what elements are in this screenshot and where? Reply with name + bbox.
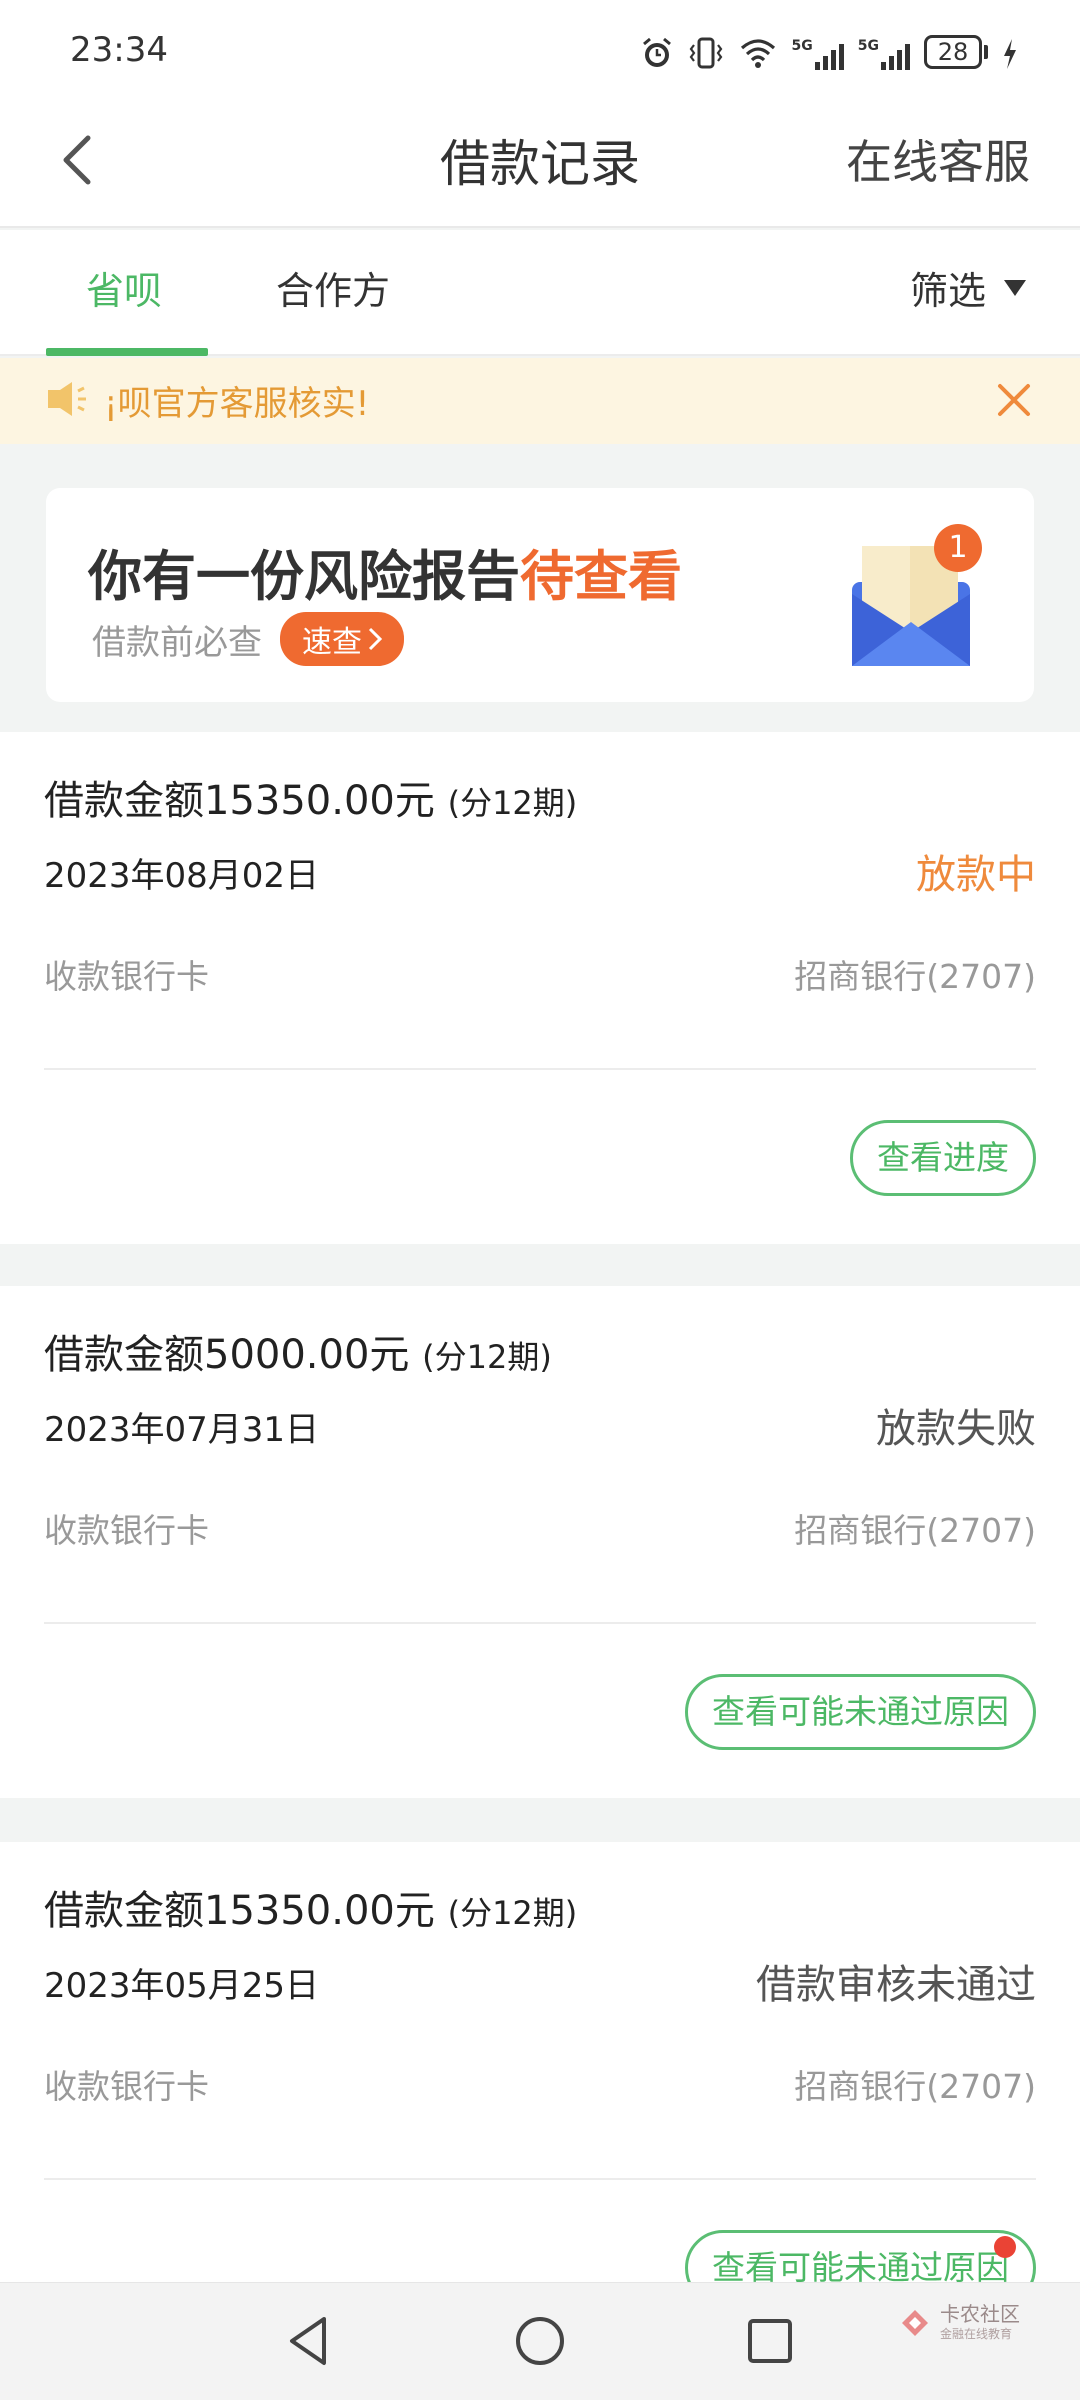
watermark-title: 卡农社区 bbox=[940, 2302, 1020, 2326]
nav-back-button[interactable] bbox=[278, 2309, 342, 2373]
receiving-card-label: 收款银行卡 bbox=[44, 1511, 209, 1550]
divider bbox=[44, 2178, 1036, 2180]
loan-amount-value: 借款金额15350.00元 bbox=[44, 1888, 435, 1934]
vibrate-icon bbox=[688, 34, 724, 70]
divider bbox=[44, 1068, 1036, 1070]
receiving-card-label: 收款银行卡 bbox=[44, 2067, 209, 2106]
loan-record-card[interactable]: 借款金额5000.00元 (分12期) 2023年07月31日 放款失败 收款银… bbox=[0, 1286, 1080, 1798]
loan-record-card[interactable]: 借款金额15350.00元 (分12期) 2023年05月25日 借款审核未通过… bbox=[0, 1842, 1080, 2306]
quick-check-label: 速查 bbox=[302, 625, 362, 660]
loan-date: 2023年07月31日 bbox=[44, 1410, 320, 1450]
banner-sub-text: 借款前必查 bbox=[92, 622, 262, 663]
divider bbox=[44, 1622, 1036, 1624]
bank-account: 招商银行(2707) bbox=[794, 1511, 1036, 1550]
triangle-back-icon bbox=[290, 2317, 326, 2365]
loan-amount: 借款金额15350.00元 (分12期) bbox=[44, 768, 577, 826]
kanong-logo-icon bbox=[902, 2309, 928, 2336]
notification-badge: 1 bbox=[948, 530, 968, 565]
close-notice-button[interactable] bbox=[992, 378, 1036, 422]
view-rejection-reason-button[interactable]: 查看可能未通过原因 bbox=[685, 1674, 1036, 1750]
network-label: 5G bbox=[857, 38, 879, 54]
filter-label: 筛选 bbox=[909, 269, 986, 313]
banner-subline: 借款前必查 速查 bbox=[92, 612, 404, 666]
watermark: 卡农社区 金融在线教育 bbox=[898, 2303, 1020, 2342]
tab-partners[interactable]: 合作方 bbox=[276, 260, 390, 315]
status-bar: 23:34 5G 5G 28 bbox=[0, 0, 1080, 100]
loan-record-card[interactable]: 借款金额15350.00元 (分12期) 2023年08月02日 放款中 收款银… bbox=[0, 732, 1080, 1244]
active-tab-indicator bbox=[46, 348, 208, 356]
notice-text: ¡呗官方客服核实! bbox=[104, 384, 370, 424]
wifi-icon bbox=[738, 34, 778, 70]
online-service-link[interactable]: 在线客服 bbox=[846, 126, 1030, 192]
alarm-icon bbox=[640, 34, 674, 70]
loan-status: 借款审核未通过 bbox=[756, 1962, 1036, 2008]
loan-periods: (分12期) bbox=[447, 784, 578, 822]
risk-report-banner[interactable]: 你有一份风险报告待查看 借款前必查 速查 1 bbox=[46, 488, 1034, 702]
quick-check-button[interactable]: 速查 bbox=[280, 612, 404, 666]
app-header: 借款记录 在线客服 bbox=[0, 100, 1080, 228]
charging-icon bbox=[1002, 34, 1018, 70]
status-icons: 5G 5G 28 bbox=[640, 30, 1018, 74]
close-icon bbox=[998, 384, 1030, 416]
loan-date: 2023年08月02日 bbox=[44, 856, 320, 896]
loan-status: 放款失败 bbox=[876, 1406, 1036, 1452]
nav-recents-button[interactable] bbox=[738, 2309, 802, 2373]
triangle-down-icon bbox=[1004, 279, 1026, 296]
receiving-card-label: 收款银行卡 bbox=[44, 957, 209, 996]
loan-amount-value: 借款金额15350.00元 bbox=[44, 778, 435, 824]
battery-level: 28 bbox=[924, 35, 982, 69]
loan-periods: (分12期) bbox=[447, 1894, 578, 1932]
system-nav-bar: 卡农社区 金融在线教育 bbox=[0, 2282, 1080, 2400]
loan-date: 2023年05月25日 bbox=[44, 1966, 320, 2006]
watermark-subtitle: 金融在线教育 bbox=[940, 2327, 1013, 2341]
tab-bar: 省呗 合作方 筛选 bbox=[0, 230, 1080, 356]
battery-icon: 28 bbox=[924, 35, 988, 69]
square-recents-icon bbox=[748, 2319, 792, 2363]
speaker-icon bbox=[46, 378, 92, 424]
notice-bar: ¡呗官方客服核实! bbox=[0, 358, 1080, 444]
status-time: 23:34 bbox=[70, 30, 168, 70]
bank-account: 招商银行(2707) bbox=[794, 2067, 1036, 2106]
signal-icon: 5G bbox=[858, 34, 910, 70]
notification-dot bbox=[994, 2236, 1016, 2258]
loan-amount: 借款金额5000.00元 (分12期) bbox=[44, 1322, 552, 1380]
loan-amount: 借款金额15350.00元 (分12期) bbox=[44, 1878, 577, 1936]
signal-icon: 5G bbox=[792, 34, 844, 70]
view-progress-button[interactable]: 查看进度 bbox=[850, 1120, 1036, 1196]
filter-button[interactable]: 筛选 bbox=[910, 260, 1026, 315]
loan-status: 放款中 bbox=[916, 852, 1036, 898]
banner-headline: 你有一份风险报告待查看 bbox=[88, 532, 682, 611]
banner-headline-highlight: 待查看 bbox=[520, 545, 682, 608]
chevron-right-icon bbox=[368, 627, 382, 651]
loan-amount-value: 借款金额5000.00元 bbox=[44, 1332, 410, 1378]
loan-periods: (分12期) bbox=[422, 1338, 552, 1376]
bank-account: 招商银行(2707) bbox=[794, 957, 1036, 996]
banner-headline-prefix: 你有一份风险报告 bbox=[88, 545, 520, 608]
circle-home-icon bbox=[516, 2317, 564, 2365]
nav-home-button[interactable] bbox=[508, 2309, 572, 2373]
tab-shengbei[interactable]: 省呗 bbox=[86, 260, 162, 315]
network-label: 5G bbox=[791, 38, 813, 54]
envelope-icon: 1 bbox=[840, 522, 982, 672]
